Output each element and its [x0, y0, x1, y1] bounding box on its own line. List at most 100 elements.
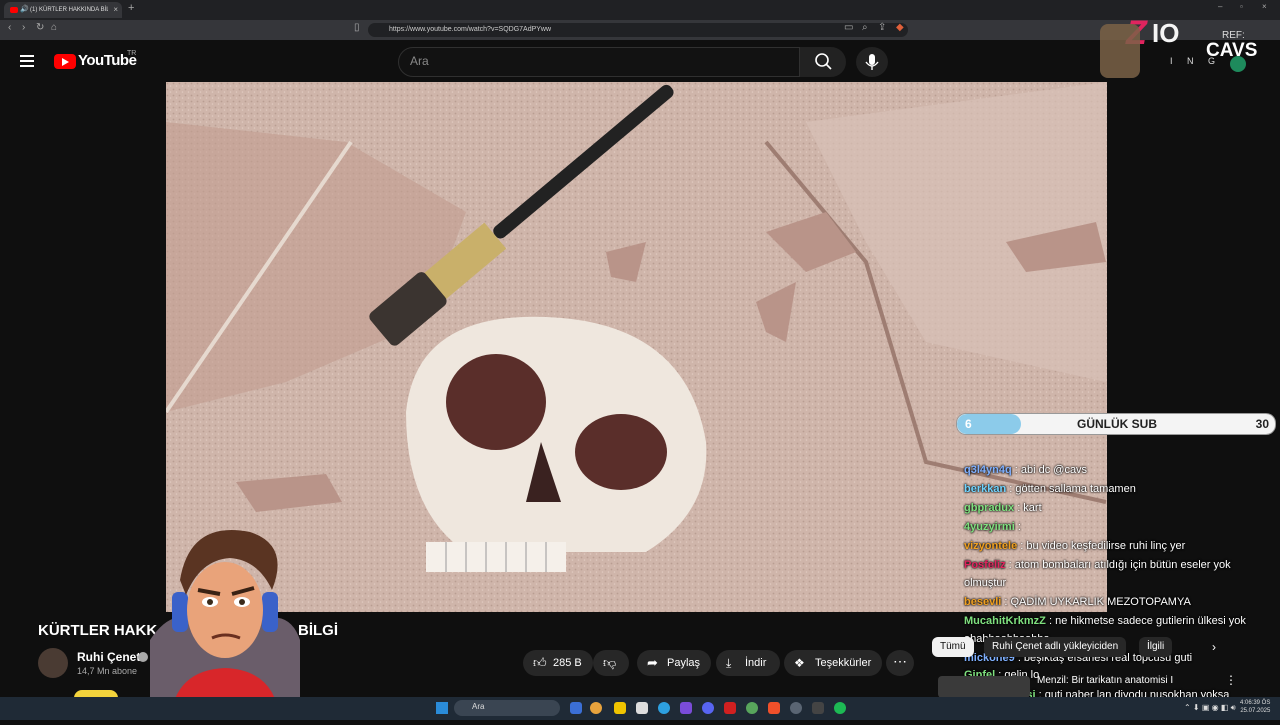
related-video-title[interactable]: Menzil: Bir tarikatın anatomisi I: [1037, 675, 1173, 686]
chat-username: 4yuzyirmi: [964, 521, 1015, 533]
chrome-icon[interactable]: [590, 702, 602, 714]
streamer-webcam: [150, 520, 300, 725]
home-icon[interactable]: ⌂: [51, 22, 57, 33]
voice-search-button[interactable]: [856, 47, 888, 77]
channel-avatar[interactable]: [38, 648, 68, 678]
chat-message: Posfeliz : atom bombaları atıldığı için …: [964, 556, 1260, 592]
tab-close-icon[interactable]: ×: [113, 2, 118, 18]
discord-icon[interactable]: [702, 702, 714, 714]
youtube-favicon-icon: [10, 7, 18, 13]
chat-text: : QADİM UYKARLIK MEZOTOPAMYA: [1004, 596, 1191, 608]
video-title: KÜRTLER HAKK: [38, 622, 158, 639]
thumbs-down-icon: 👎︎: [603, 655, 617, 670]
sub-goal-target: 30: [1255, 417, 1269, 431]
streamer-avatar: [150, 530, 300, 725]
chevron-right-icon[interactable]: ›: [1212, 640, 1216, 654]
window-minimize-button[interactable]: –: [1218, 2, 1222, 11]
thanks-button[interactable]: ❖ Teşekkürler: [784, 650, 882, 676]
more-vert-icon[interactable]: ⋮: [1225, 673, 1237, 687]
boots-logo-icon: [1100, 24, 1140, 78]
clock-time: 4:06:39 ÖS: [1240, 700, 1271, 706]
thumbs-up-icon: 👍︎: [533, 655, 547, 670]
edge-icon[interactable]: [658, 702, 670, 714]
forward-icon[interactable]: ›: [22, 22, 25, 33]
new-tab-button[interactable]: +: [128, 2, 134, 14]
tab-from-uploader[interactable]: Ruhi Çenet adlı yükleyiciden: [984, 637, 1127, 657]
task-view-icon[interactable]: [570, 702, 582, 714]
audio-playing-icon[interactable]: 🔊: [20, 2, 29, 18]
brand-logo-io: IO: [1152, 18, 1180, 48]
browser-tab[interactable]: 🔊 (1) KÜRTLER HAKKINDA BİLGİ ×: [4, 2, 122, 18]
download-button[interactable]: ⤓ İndir: [716, 650, 780, 676]
spotify-icon[interactable]: [834, 702, 846, 714]
channel-name[interactable]: Ruhi Çenet: [77, 650, 140, 664]
thanks-icon: ❖: [794, 656, 805, 670]
tab-all[interactable]: Tümü: [932, 637, 974, 657]
tab-related[interactable]: İlgili: [1139, 637, 1173, 657]
related-video-thumbnail[interactable]: [938, 676, 1030, 698]
search-placeholder: Ara: [410, 54, 429, 68]
chat-message: besevli : QADİM UYKARLIK MEZOTOPAMYA: [964, 593, 1260, 611]
search-input[interactable]: [398, 47, 800, 77]
chat-message: 4yuzyirmi :: [964, 518, 1260, 536]
share-page-icon[interactable]: ⇪: [878, 22, 886, 33]
brand-ing: I N G: [1170, 56, 1222, 66]
notepad-icon[interactable]: [636, 702, 648, 714]
share-icon: ➦: [647, 655, 658, 670]
share-label: Paylaş: [667, 657, 701, 669]
sub-goal-current: 6: [965, 417, 972, 431]
sub-goal-label: GÜNLÜK SUB: [1077, 417, 1157, 431]
dislike-button[interactable]: 👎︎: [593, 650, 629, 676]
taskbar-search-label: Ara: [472, 702, 485, 711]
chat-username: berkkan: [964, 483, 1007, 495]
chat-message: berkkan : götten sallama tamamen: [964, 480, 1260, 498]
chat-username: Posfeliz: [964, 559, 1006, 571]
obs-icon[interactable]: [790, 702, 802, 714]
chat-text: :: [1017, 521, 1021, 533]
teams-icon[interactable]: [680, 702, 692, 714]
tray-icons[interactable]: ⌃ ⬇ ▣ ◉ ◧ 🔊︎: [1184, 703, 1236, 713]
taskbar-search[interactable]: [454, 700, 560, 716]
bookmark-icon[interactable]: ▯: [354, 22, 360, 33]
country-code: TR: [127, 50, 137, 57]
chat-text: : götten sallama tamamen: [1009, 483, 1136, 495]
chat-message: gbpradux : kart: [964, 499, 1260, 517]
youtube-logo-icon[interactable]: [54, 54, 76, 69]
reload-icon[interactable]: ↻: [36, 22, 44, 33]
back-icon[interactable]: ‹: [8, 22, 11, 33]
cast-icon[interactable]: ▭: [844, 22, 853, 33]
window-maximize-button[interactable]: ▫: [1240, 2, 1243, 11]
share-button[interactable]: ➦ Paylaş: [637, 650, 711, 676]
browser-tab-bar: [0, 0, 1280, 20]
chat-username: vizyontele: [964, 540, 1018, 552]
zoom-icon[interactable]: ⌕: [862, 22, 868, 33]
video-title-end: BİLGİ: [298, 622, 338, 639]
more-actions-button[interactable]: ⋯: [886, 650, 914, 676]
like-button[interactable]: 👍︎ 285 B: [523, 650, 593, 676]
brave-icon[interactable]: [768, 702, 780, 714]
channel-subscribers: 14,7 Mn abone: [77, 666, 138, 676]
window-close-button[interactable]: ×: [1262, 2, 1267, 11]
verified-badge-icon: [138, 652, 148, 662]
thanks-label: Teşekkürler: [815, 657, 872, 669]
address-url[interactable]: https://www.youtube.com/watch?v=SQDG7AdP…: [389, 24, 551, 36]
brave-shield-icon[interactable]: ◆: [896, 22, 904, 33]
account-avatar[interactable]: [1230, 56, 1246, 72]
search-button[interactable]: [800, 47, 846, 77]
whatsapp-icon[interactable]: [746, 702, 758, 714]
daily-sub-goal-bar: 6 GÜNLÜK SUB 30: [956, 413, 1276, 435]
clock-date: 25.07.2025: [1240, 708, 1271, 714]
search-icon: [815, 53, 832, 70]
file-explorer-icon[interactable]: [614, 702, 626, 714]
chat-username: q3l4yn4q: [964, 464, 1012, 476]
chat-text: : bu video keşfedilirse ruhi linç yer: [1020, 540, 1186, 552]
chat-message: vizyontele : bu video keşfedilirse ruhi …: [964, 537, 1260, 555]
menu-icon[interactable]: [20, 55, 34, 70]
chat-message: q3l4yn4q : abi dc @cavs: [964, 461, 1260, 479]
app-icon[interactable]: [724, 702, 736, 714]
tab-title: (1) KÜRTLER HAKKINDA BİLGİ: [30, 7, 108, 13]
like-count: 285 B: [553, 657, 582, 669]
taskbar-clock[interactable]: 4:06:39 ÖS 25.07.2025: [1240, 699, 1270, 715]
windows-start-icon[interactable]: [436, 702, 448, 714]
terminal-icon[interactable]: [812, 702, 824, 714]
